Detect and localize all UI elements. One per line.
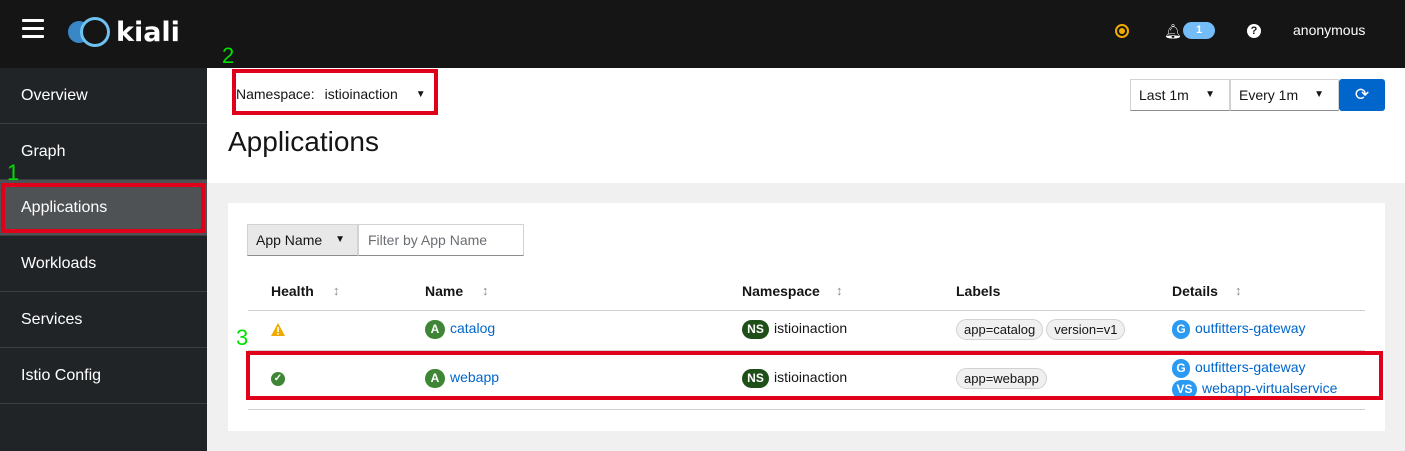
filter-type-value: App Name (256, 232, 323, 248)
sidebar-item-applications[interactable]: Applications (0, 180, 207, 236)
table-row-name[interactable]: Awebapp (425, 369, 499, 388)
table-row-labels: app=catalog version=v1 (956, 319, 1128, 340)
app-badge: A (425, 320, 445, 339)
bell-icon[interactable]: 🔔︎ (1164, 23, 1182, 40)
filter-type-dropdown[interactable]: App Name ▼ (247, 224, 358, 256)
row-divider (248, 350, 1365, 351)
healthy-check-icon[interactable]: ✓ (271, 372, 285, 386)
istio-status-icon[interactable] (1115, 24, 1129, 38)
gateway-badge: G (1172, 359, 1190, 378)
gateway-badge: G (1172, 320, 1190, 339)
namespace-selector[interactable]: Namespace: istioinaction ▼ (236, 78, 440, 110)
annotation-marker-1: 1 (7, 160, 20, 185)
namespace-value: istioinaction (324, 86, 398, 102)
app-link[interactable]: webapp (450, 369, 499, 385)
caret-down-icon: ▼ (1314, 89, 1324, 100)
sidebar-item-graph[interactable]: Graph (0, 124, 207, 180)
sidebar: Overview Graph Applications Workloads Se… (0, 68, 207, 451)
refresh-interval-value: Every 1m (1239, 87, 1299, 103)
namespace-label: Namespace: (236, 86, 315, 102)
sidebar-item-services[interactable]: Services (0, 292, 207, 348)
kiali-logo[interactable]: kiali (68, 15, 180, 49)
sort-icon[interactable]: ↕ (333, 283, 340, 298)
annotation-marker-3: 3 (236, 325, 249, 350)
label-chip: app=catalog (956, 319, 1044, 340)
page-title: Applications (228, 126, 379, 157)
sort-icon[interactable]: ↕ (1235, 283, 1242, 298)
refresh-interval-dropdown[interactable]: Every 1m ▼ (1230, 79, 1339, 111)
app-link[interactable]: catalog (450, 320, 495, 336)
duration-dropdown[interactable]: Last 1m ▼ (1130, 79, 1230, 111)
warning-icon[interactable] (271, 323, 285, 336)
sidebar-item-overview[interactable]: Overview (0, 68, 207, 124)
virtualservice-badge: VS (1172, 380, 1197, 399)
row-divider (248, 409, 1365, 410)
table-row-details: Goutfitters-gateway (1172, 320, 1306, 339)
virtualservice-link[interactable]: webapp-virtualservice (1202, 380, 1337, 396)
label-chip: app=webapp (956, 368, 1047, 389)
kiali-logo-icon (68, 15, 114, 49)
sidebar-item-istio-config[interactable]: Istio Config (0, 348, 207, 404)
table-row-name[interactable]: Acatalog (425, 320, 495, 339)
sidebar-item-workloads[interactable]: Workloads (0, 236, 207, 292)
notification-count-badge[interactable]: 1 (1183, 22, 1215, 39)
refresh-icon: ⟳ (1354, 85, 1370, 104)
namespace-text: istioinaction (774, 369, 848, 386)
hamburger-menu-icon[interactable] (22, 19, 44, 39)
refresh-button[interactable]: ⟳ (1339, 79, 1385, 111)
column-header-name[interactable]: Name (425, 283, 463, 299)
masthead: kiali 🔔︎ 1 ? anonymous (0, 0, 1405, 68)
column-header-namespace[interactable]: Namespace (742, 283, 820, 299)
help-icon[interactable]: ? (1247, 24, 1261, 38)
sort-icon[interactable]: ↕ (482, 283, 489, 298)
app-name: kiali (116, 16, 180, 48)
namespace-text: istioinaction (774, 320, 848, 337)
column-header-details[interactable]: Details (1172, 283, 1218, 299)
namespace-badge: NS (742, 320, 769, 339)
table-row-details: VS webapp-virtualservice (1172, 380, 1337, 399)
gateway-link[interactable]: outfitters-gateway (1195, 320, 1306, 336)
column-header-health[interactable]: Health (271, 283, 314, 299)
namespace-badge: NS (742, 369, 769, 388)
label-chip: version=v1 (1046, 319, 1126, 340)
table-row-namespace: NS istioinaction (742, 320, 847, 339)
row-divider (248, 310, 1365, 311)
table-row-labels: app=webapp (956, 368, 1050, 389)
caret-down-icon: ▼ (335, 234, 345, 245)
annotation-marker-2: 2 (222, 43, 235, 68)
sort-icon[interactable]: ↕ (836, 283, 843, 298)
duration-value: Last 1m (1139, 87, 1189, 103)
filter-input[interactable] (358, 224, 524, 256)
caret-down-icon: ▼ (415, 88, 426, 100)
column-header-labels: Labels (956, 283, 1001, 299)
gateway-link[interactable]: outfitters-gateway (1195, 359, 1306, 375)
table-row-details: Goutfitters-gateway (1172, 359, 1306, 378)
app-badge: A (425, 369, 445, 388)
caret-down-icon: ▼ (1205, 89, 1215, 100)
table-row-namespace: NS istioinaction (742, 369, 847, 388)
user-menu[interactable]: anonymous (1293, 22, 1365, 38)
